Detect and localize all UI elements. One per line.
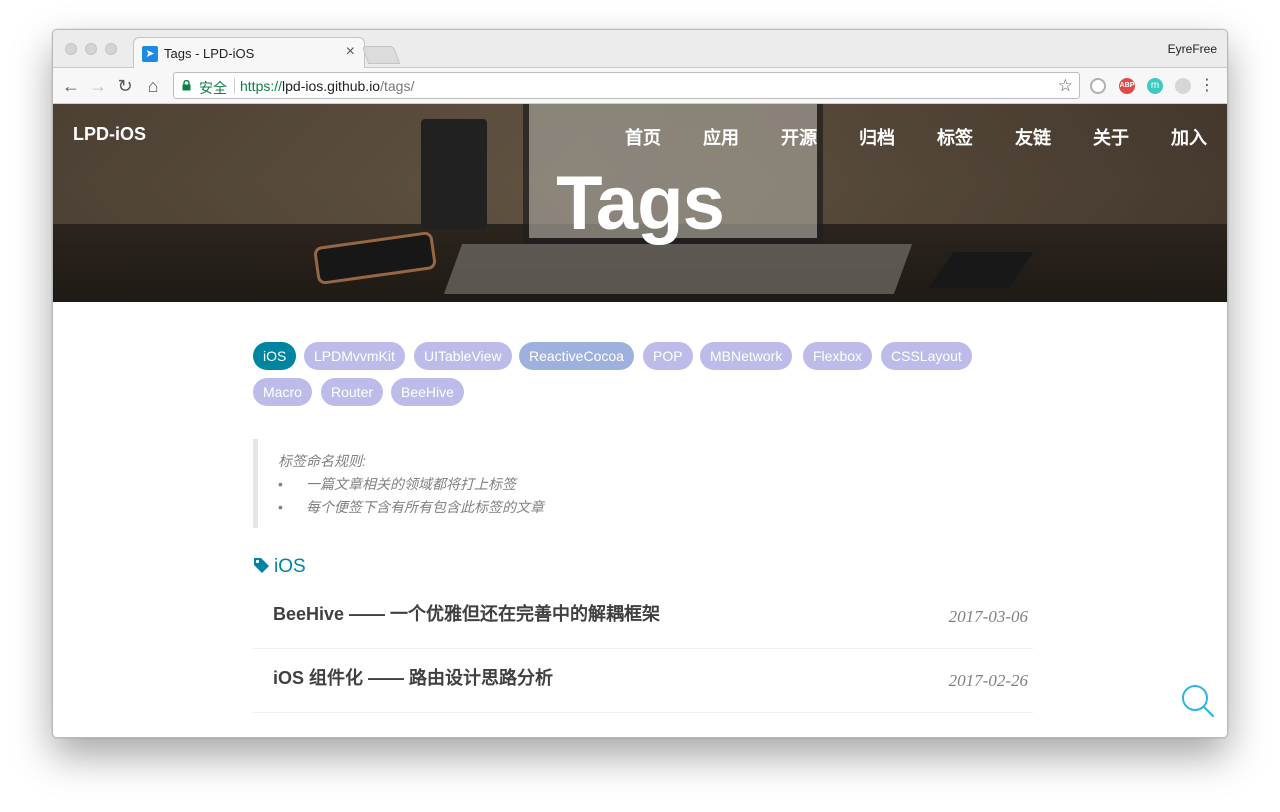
circle-extension-icon[interactable] xyxy=(1090,78,1106,94)
tab-strip: ➤ Tags - LPD-iOS × EyreFree xyxy=(53,30,1227,69)
post-row[interactable]: iOS 组件化 —— 路由设计思路分析 2017-02-26 xyxy=(253,649,1033,713)
tag-csslayout[interactable]: CSSLayout xyxy=(881,342,972,370)
browser-tab[interactable]: ➤ Tags - LPD-iOS × xyxy=(133,37,365,69)
bookmark-star-icon[interactable]: ☆ xyxy=(1058,76,1073,96)
tab-close-icon[interactable]: × xyxy=(346,43,355,61)
tag-flexbox[interactable]: Flexbox xyxy=(803,342,873,370)
post-date: 2017-02-26 xyxy=(948,671,1028,690)
search-icon[interactable] xyxy=(1181,684,1215,718)
zoom-window-button[interactable] xyxy=(105,43,117,55)
site-nav: 首页 应用 开源 归档 标签 友链 关于 加入 xyxy=(583,124,1207,150)
page-viewport: LPD-iOS 首页 应用 开源 归档 标签 友链 关于 加入 Tags iOS… xyxy=(53,104,1227,737)
minimize-window-button[interactable] xyxy=(85,43,97,55)
rules-item: • 一篇文章相关的领域都将打上标签 xyxy=(278,474,516,494)
tag-section-heading: iOS xyxy=(253,556,306,578)
nav-item-apps[interactable]: 应用 xyxy=(661,124,739,150)
favicon-icon: ➤ xyxy=(142,46,158,62)
tag-macro[interactable]: Macro xyxy=(253,378,312,406)
post-date: 2017-03-06 xyxy=(948,607,1028,626)
rules-title: 标签命名规则: xyxy=(278,453,366,469)
browser-window: ➤ Tags - LPD-iOS × EyreFree ← → ↻ ⌂ 安全 h… xyxy=(52,29,1228,738)
post-row[interactable]: BeeHive —— 一个优雅但还在完善中的解耦框架 2017-03-06 xyxy=(253,585,1033,649)
tag-router[interactable]: Router xyxy=(321,378,384,406)
tab-title: Tags - LPD-iOS xyxy=(164,46,255,61)
nav-item-friends[interactable]: 友链 xyxy=(973,124,1051,150)
url-host: lpd-ios.github.io xyxy=(282,78,381,94)
post-title[interactable]: BeeHive —— 一个优雅但还在完善中的解耦框架 xyxy=(273,600,660,626)
hero-header: LPD-iOS 首页 应用 开源 归档 标签 友链 关于 加入 Tags xyxy=(53,104,1227,302)
nav-item-open-source[interactable]: 开源 xyxy=(739,124,817,150)
tag-ios[interactable]: iOS xyxy=(253,342,297,370)
rules-item: • 每个便签下含有所有包含此标签的文章 xyxy=(278,497,544,517)
address-bar[interactable]: 安全 https://lpd-ios.github.io/tags/ ☆ xyxy=(173,72,1080,99)
url-text[interactable]: https://lpd-ios.github.io/tags/ xyxy=(240,78,414,94)
url-scheme: https:// xyxy=(240,78,283,94)
tag-lpdmvvmkit[interactable]: LPDMvvmKit xyxy=(304,342,405,370)
home-icon[interactable]: ⌂ xyxy=(141,74,165,98)
reload-icon[interactable]: ↻ xyxy=(113,74,137,98)
adblock-plus-icon[interactable]: ABP xyxy=(1119,78,1135,94)
new-tab-button[interactable] xyxy=(361,46,401,64)
m-extension-icon[interactable]: m xyxy=(1147,78,1163,94)
rules-item-text: 一篇文章相关的领域都将打上标签 xyxy=(306,476,516,492)
browser-menu-icon[interactable]: ⋮ xyxy=(1199,75,1215,95)
nav-item-about[interactable]: 关于 xyxy=(1051,124,1129,150)
back-icon[interactable]: ← xyxy=(59,74,83,98)
tag-mbnetwork[interactable]: MBNetwork xyxy=(700,342,793,370)
post-title[interactable]: iOS 组件化 —— 路由设计思路分析 xyxy=(273,664,553,690)
secure-label: 安全 xyxy=(199,80,227,96)
nav-item-join[interactable]: 加入 xyxy=(1129,124,1207,150)
nav-item-tags[interactable]: 标签 xyxy=(895,124,973,150)
tag-section-title: iOS xyxy=(274,556,306,577)
link-extension-icon[interactable] xyxy=(1175,78,1191,94)
site-brand[interactable]: LPD-iOS xyxy=(73,124,146,145)
bullet: • xyxy=(278,499,283,515)
profile-name[interactable]: EyreFree xyxy=(1168,42,1217,56)
forward-icon[interactable]: → xyxy=(86,74,110,98)
rules-item-text: 每个便签下含有所有包含此标签的文章 xyxy=(306,499,544,515)
lock-icon xyxy=(182,80,191,91)
page-title: Tags xyxy=(556,161,725,246)
nav-item-archive[interactable]: 归档 xyxy=(817,124,895,150)
omnibox-divider xyxy=(234,78,235,94)
close-window-button[interactable] xyxy=(65,43,77,55)
url-path: /tags/ xyxy=(380,78,415,94)
bullet: • xyxy=(278,476,283,492)
tag-pop[interactable]: POP xyxy=(643,342,693,370)
tag-uitableview[interactable]: UITableView xyxy=(414,342,512,370)
browser-toolbar: ← → ↻ ⌂ 安全 https://lpd-ios.github.io/tag… xyxy=(53,68,1227,104)
tag-icon xyxy=(254,558,269,573)
tag-rules-blockquote: 标签命名规则: • 一篇文章相关的领域都将打上标签 • 每个便签下含有所有包含此标签… xyxy=(253,439,1033,528)
nav-item-home[interactable]: 首页 xyxy=(583,124,661,150)
tag-beehive[interactable]: BeeHive xyxy=(391,378,464,406)
tag-reactivecocoa[interactable]: ReactiveCocoa xyxy=(519,342,634,370)
